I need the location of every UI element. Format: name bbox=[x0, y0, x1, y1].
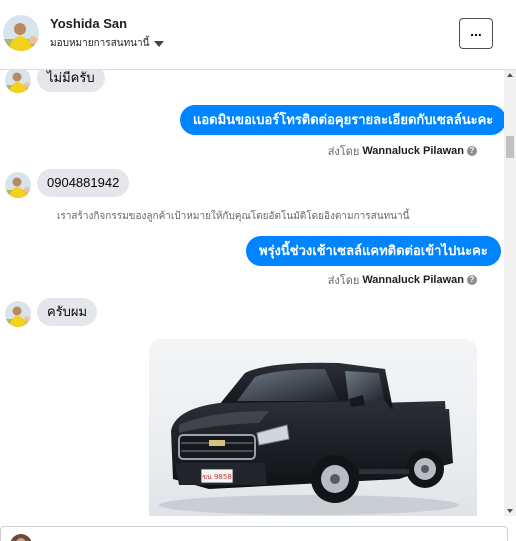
more-options-button[interactable]: ... bbox=[459, 18, 493, 49]
message-thread[interactable]: ไม่มีครับ แอดมินขอเบอร์โทรติดต่อคุยรายละ… bbox=[0, 70, 504, 516]
contact-avatar-small bbox=[5, 301, 31, 327]
assign-conversation-label: มอบหมายการสนทนานี้ bbox=[50, 38, 150, 49]
sent-by-label: ส่งโดย Wannaluck Pilawan ? bbox=[328, 142, 477, 160]
sent-by-name[interactable]: Wannaluck Pilawan bbox=[362, 274, 464, 286]
sent-by-prefix: ส่งโดย bbox=[327, 275, 360, 287]
scroll-thumb[interactable] bbox=[506, 136, 514, 158]
outgoing-message: แอดมินขอเบอร์โทรติดต่อคุยรายละเอียดกับเซ… bbox=[180, 105, 504, 135]
scroll-up-arrow-icon[interactable] bbox=[507, 73, 513, 77]
help-icon[interactable]: ? bbox=[467, 275, 477, 285]
outgoing-image-message[interactable]: ขน 9858 bbox=[149, 339, 477, 516]
license-plate: ขน 9858 bbox=[202, 473, 232, 481]
scroll-down-arrow-icon[interactable] bbox=[507, 509, 513, 513]
contact-avatar-small bbox=[5, 172, 31, 198]
pickup-truck-image: ขน 9858 bbox=[149, 339, 477, 516]
incoming-message: 0904881942 bbox=[37, 169, 130, 197]
contact-name[interactable]: Yoshida San bbox=[50, 16, 127, 31]
page-avatar bbox=[10, 534, 32, 541]
help-icon[interactable]: ? bbox=[467, 146, 477, 156]
sent-by-name[interactable]: Wannaluck Pilawan bbox=[362, 145, 464, 157]
conversation-header: Yoshida San มอบหมายการสนทนานี้ ... bbox=[0, 0, 516, 70]
incoming-message: ครับผม bbox=[37, 298, 98, 326]
sent-by-label: ส่งโดย Wannaluck Pilawan ? bbox=[328, 271, 477, 289]
caret-down-icon bbox=[154, 40, 165, 47]
contact-avatar-small bbox=[5, 70, 31, 93]
more-options-icon: ... bbox=[470, 22, 482, 39]
contact-avatar[interactable] bbox=[3, 15, 39, 51]
outgoing-message: พรุ่งนี้ช่วงเช้าเซลล์แคทติดต่อเข้าไปนะคะ bbox=[246, 236, 501, 266]
assign-conversation-dropdown[interactable]: มอบหมายการสนทนานี้ bbox=[50, 36, 165, 51]
incoming-message: ไม่มีครับ bbox=[37, 70, 105, 92]
thread-scrollbar[interactable] bbox=[504, 70, 516, 516]
sent-by-prefix: ส่งโดย bbox=[327, 146, 360, 158]
message-composer[interactable] bbox=[0, 526, 508, 541]
system-activity-note: เราสร้างกิจกรรมของลูกค้าเป้าหมายให้กับคุ… bbox=[57, 211, 410, 222]
